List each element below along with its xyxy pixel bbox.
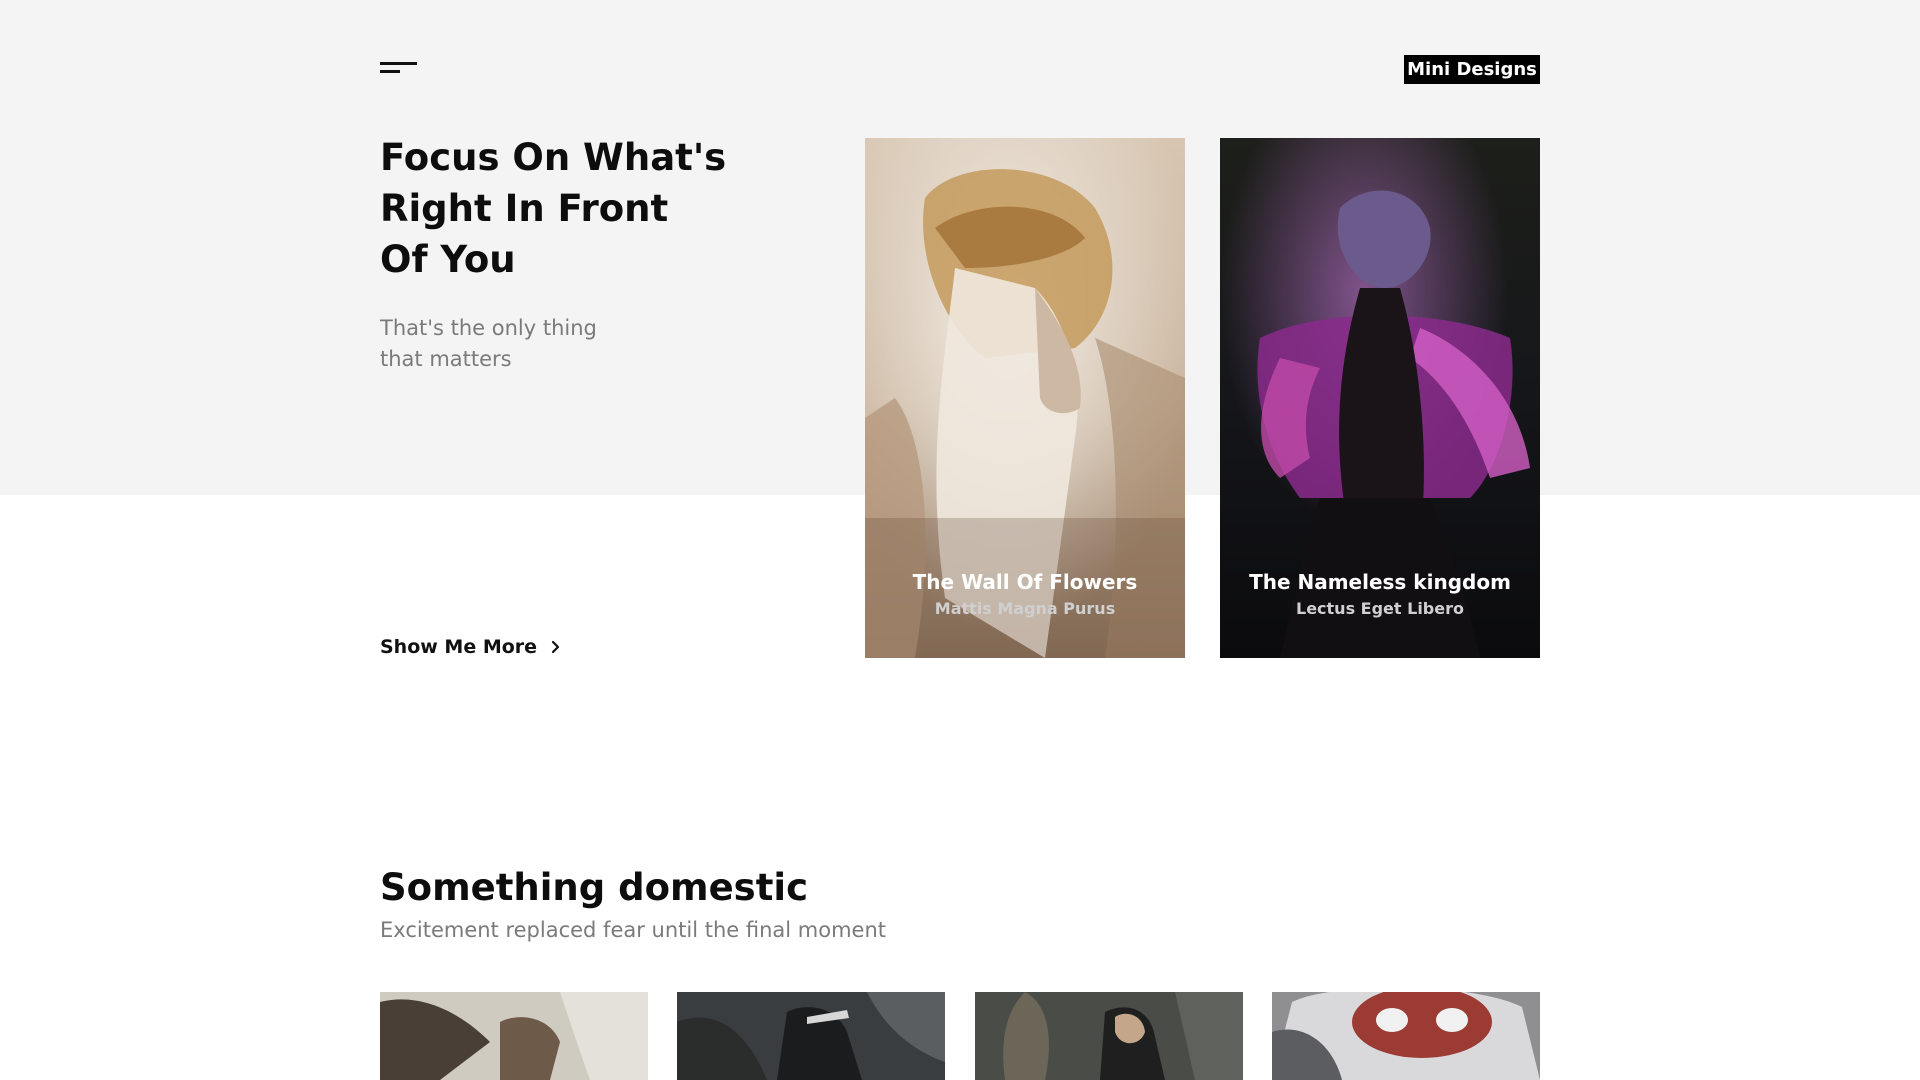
featured-card-nameless-kingdom[interactable]: The Nameless kingdom Lectus Eget Libero [1220, 138, 1540, 658]
menu-line-bottom [380, 70, 400, 73]
card-caption: The Nameless kingdom Lectus Eget Libero [1220, 568, 1540, 622]
hero-subtitle-line: That's the only thing [380, 316, 597, 340]
brand-logo[interactable]: Mini Designs [1404, 55, 1540, 84]
hamburger-menu-icon[interactable] [380, 62, 418, 76]
thumbnail-image [1272, 992, 1540, 1080]
gallery-thumbnail[interactable] [677, 992, 945, 1080]
hero-subtitle-line: that matters [380, 347, 512, 371]
card-author: Lectus Eget Libero [1296, 599, 1464, 618]
card-caption: The Wall Of Flowers Mattis Magna Purus [865, 568, 1185, 622]
gallery-thumbnail[interactable] [380, 992, 648, 1080]
card-title: The Wall Of Flowers [912, 570, 1138, 594]
featured-card-wall-of-flowers[interactable]: The Wall Of Flowers Mattis Magna Purus [865, 138, 1185, 658]
section-title: Something domestic [380, 866, 809, 909]
hero-title-line: Right In Front [380, 187, 669, 230]
thumbnail-image [975, 992, 1243, 1080]
card-title: The Nameless kingdom [1249, 570, 1511, 594]
hero-title: Focus On What's Right In Front Of You [380, 132, 800, 285]
hero-title-line: Focus On What's [380, 136, 727, 179]
menu-line-top [380, 62, 417, 65]
show-more-label: Show Me More [380, 636, 538, 658]
hero-title-line: Of You [380, 238, 516, 281]
section-subtitle: Excitement replaced fear until the final… [380, 918, 887, 942]
thumbnail-image [380, 992, 648, 1080]
gallery-thumbnail[interactable] [975, 992, 1243, 1080]
card-author: Mattis Magna Purus [934, 599, 1116, 618]
hero-subtitle: That's the only thing that matters [380, 313, 700, 375]
gallery-thumbnail[interactable] [1272, 992, 1540, 1080]
chevron-right-icon [551, 640, 560, 654]
show-more-link[interactable]: Show Me More [380, 634, 563, 660]
thumbnail-image [677, 992, 945, 1080]
